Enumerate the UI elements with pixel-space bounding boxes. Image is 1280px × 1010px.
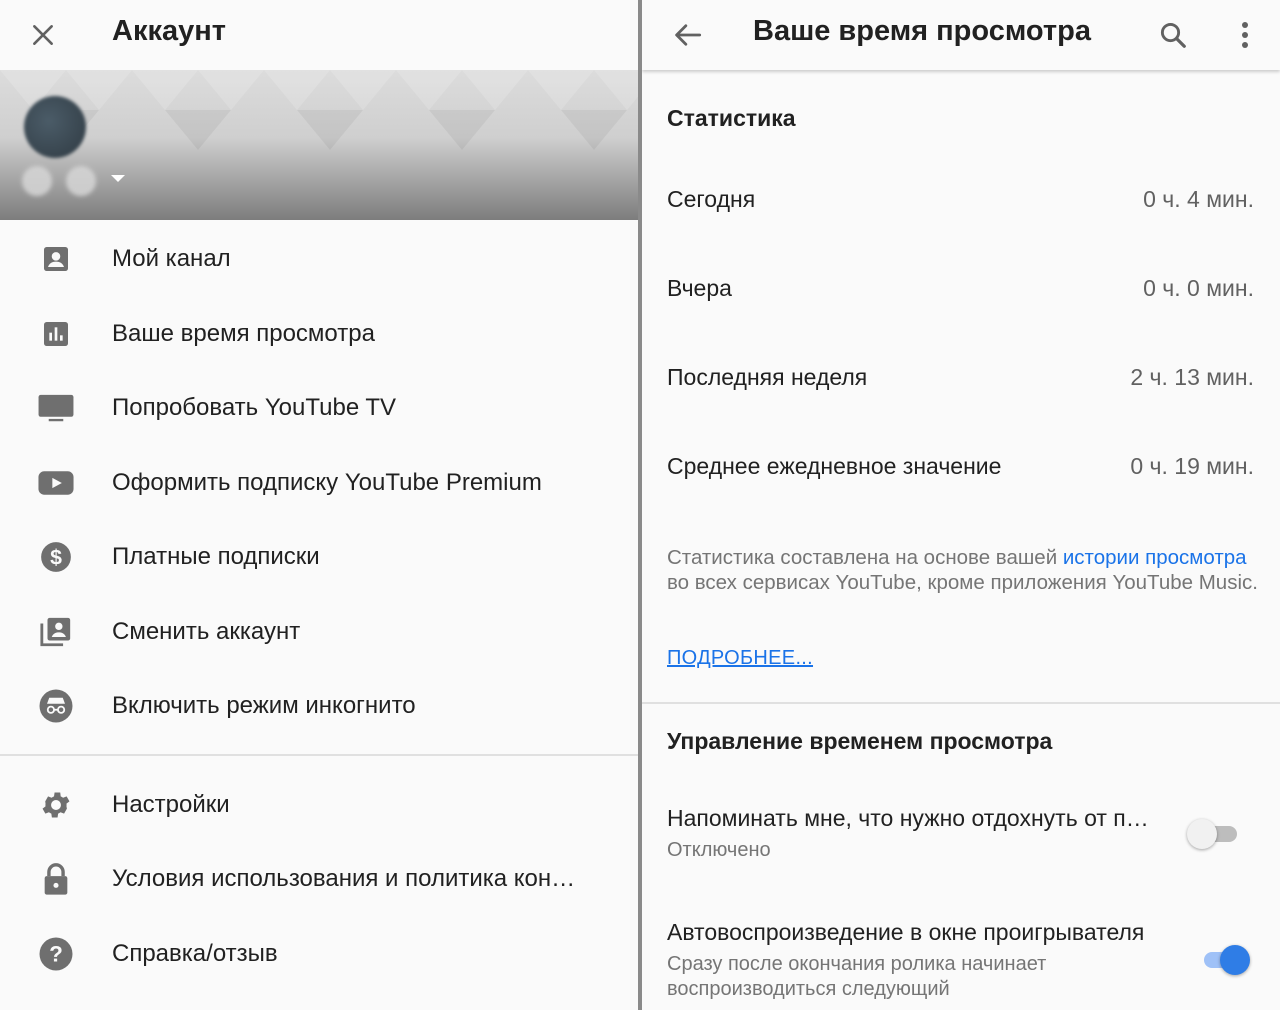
account-title: Аккаунт [112,15,226,47]
menu-item-label: Оформить подписку YouTube Premium [112,468,542,496]
stat-label: Последняя неделя [667,364,868,390]
setting-title: Напоминать мне, что нужно отдохнуть от п… [667,805,1157,831]
account-menu-secondary: Настройки Условия использования и полити… [0,768,638,992]
menu-item-my-channel[interactable]: Мой канал [0,222,638,297]
youtube-play-icon [36,463,76,503]
stat-value: 0 ч. 4 мин. [1143,186,1254,212]
avatar[interactable] [24,96,86,158]
incognito-icon [36,686,76,726]
menu-item-label: Справка/отзыв [112,939,278,967]
stats-note: Статистика составлена на основе вашей ис… [667,545,1259,595]
menu-item-settings[interactable]: Настройки [0,768,638,843]
tv-icon [36,388,76,428]
stat-row-last-week: Последняя неделя 2 ч. 13 мин. [667,364,1254,391]
svg-text:?: ? [49,941,63,966]
stats-section-title: Статистика [667,105,796,131]
watch-history-link[interactable]: истории просмотра [1063,546,1247,569]
learn-more-link[interactable]: ПОДРОБНЕЕ... [667,647,813,670]
bar-chart-icon [36,314,76,354]
menu-item-label: Ваше время просмотра [112,319,375,347]
menu-item-label: Платные подписки [112,543,320,571]
stats-note-text: во всех сервисах YouTube, кроме приложен… [667,571,1258,594]
stats-note-text: Статистика составлена на основе вашей [667,546,1063,569]
gear-icon [36,785,76,825]
take-a-break-toggle[interactable] [1187,817,1241,851]
menu-item-label: Настройки [112,790,230,818]
stat-label: Среднее ежедневное значение [667,453,1002,479]
menu-item-youtube-premium[interactable]: Оформить подписку YouTube Premium [0,446,638,521]
menu-item-paid-subscriptions[interactable]: $ Платные подписки [0,520,638,595]
menu-item-youtube-tv[interactable]: Попробовать YouTube TV [0,371,638,446]
lock-icon [36,859,76,899]
account-banner[interactable] [0,70,638,220]
stat-value: 2 ч. 13 мин. [1130,364,1254,390]
setting-title: Автовоспроизведение в окне проигрывателя [667,919,1145,945]
account-name-blur [66,166,96,196]
menu-item-label: Сменить аккаунт [112,617,301,645]
watch-time-title: Ваше время просмотра [753,15,1091,47]
setting-subtitle: Отключено [667,839,771,861]
menu-item-incognito[interactable]: Включить режим инкогнито [0,669,638,744]
toggle-thumb [1220,945,1250,975]
toggle-thumb [1187,819,1217,849]
dollar-circle-icon: $ [36,537,76,577]
stat-value: 0 ч. 0 мин. [1143,275,1254,301]
stat-row-today: Сегодня 0 ч. 4 мин. [667,186,1254,213]
banner-pattern [0,70,638,150]
search-icon[interactable] [1152,14,1194,56]
manage-section-title: Управление временем просмотра [667,728,1053,754]
autoplay-toggle[interactable] [1198,943,1252,977]
account-drawer: Аккаунт Мой канал Ваше время просмотра П… [0,0,638,1010]
account-header: Аккаунт [0,0,638,70]
setting-subtitle: Сразу после окончания ролика начинает во… [667,953,1047,1000]
svg-text:$: $ [50,546,62,570]
menu-item-label: Мой канал [112,245,231,273]
menu-item-label: Попробовать YouTube TV [112,394,397,422]
watch-time-header: Ваше время просмотра [642,0,1280,70]
account-name-blur [22,166,52,196]
account-box-icon [36,239,76,279]
setting-autoplay[interactable]: Автовоспроизведение в окне проигрывателя… [667,919,1280,1002]
menu-item-label: Условия использования и политика конфиде… [112,865,592,893]
stat-label: Сегодня [667,186,756,212]
menu-item-watch-time[interactable]: Ваше время просмотра [0,297,638,372]
help-icon: ? [36,934,76,974]
stat-value: 0 ч. 19 мин. [1130,453,1254,479]
stat-row-daily-average: Среднее ежедневное значение 0 ч. 19 мин. [667,453,1254,480]
menu-item-switch-account[interactable]: Сменить аккаунт [0,595,638,670]
arrow-back-icon[interactable] [666,14,708,56]
stat-row-yesterday: Вчера 0 ч. 0 мин. [667,275,1254,302]
menu-item-label: Включить режим инкогнито [112,692,416,720]
section-divider [642,702,1280,704]
chevron-down-icon[interactable] [110,174,126,184]
menu-item-terms-privacy[interactable]: Условия использования и политика конфиде… [0,842,638,917]
more-vert-icon[interactable] [1224,14,1266,56]
switch-account-icon [36,612,76,652]
account-menu-primary: Мой канал Ваше время просмотра Попробова… [0,222,638,744]
stat-label: Вчера [667,275,732,301]
watch-time-screen: Ваше время просмотра Статистика Сегодня … [642,0,1280,1010]
close-icon[interactable] [22,14,64,56]
menu-item-help-feedback[interactable]: ? Справка/отзыв [0,917,638,992]
menu-divider [0,753,638,756]
